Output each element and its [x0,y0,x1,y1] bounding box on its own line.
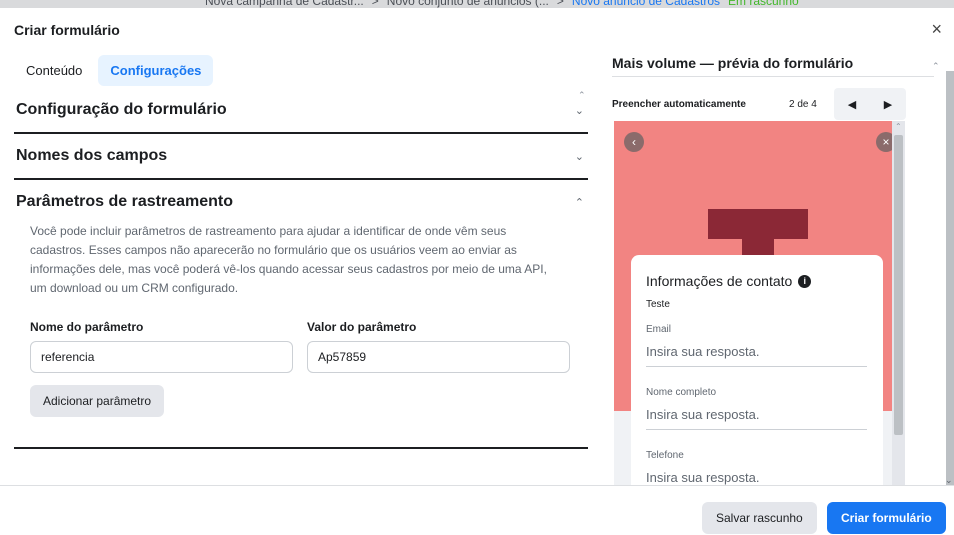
email-label: Email [646,324,672,335]
scroll-up-icon[interactable]: ⌃ [578,90,586,101]
card-title: Informações de contato [646,273,793,289]
prev-page-icon[interactable]: ◀ [848,98,856,111]
modal-footer: Salvar rascunho Criar formulário [0,485,954,535]
phone-label: Telefone [646,450,684,461]
scroll-down-icon[interactable]: ⌄ [945,475,953,486]
scroll-up-icon[interactable]: ⌃ [895,122,902,131]
preview-toolbar: Preencher automaticamente 2 de 4 ◀ ▶ [612,88,906,120]
tab-bar: Conteúdo Configurações [14,55,214,86]
param-name-input[interactable]: referencia [30,341,293,373]
preview-scrollbar[interactable]: ⌃ [892,121,905,493]
param-value-input[interactable]: Ap57859 [307,341,570,373]
section-header[interactable]: Parâmetros de rastreamento ⌃ [14,180,588,224]
form-preview-phone: ‹ × Informações de contato i Teste Email… [614,121,905,493]
divider [612,76,934,77]
breadcrumb-ad: Novo anúncio de Cadastros [571,0,720,8]
create-form-modal: Criar formulário × Conteúdo Configuraçõe… [0,8,954,535]
tracking-description: Você pode incluir parâmetros de rastream… [30,224,547,295]
add-parameter-button[interactable]: Adicionar parâmetro [30,385,165,417]
save-draft-button[interactable]: Salvar rascunho [702,502,817,534]
tracking-fields: Nome do parâmetro referencia Valor do pa… [14,320,588,373]
next-page-icon[interactable]: ▶ [884,98,892,111]
autofill-label: Preencher automaticamente [612,98,746,110]
back-icon[interactable]: ‹ [624,132,644,152]
section-title: Parâmetros de rastreamento [16,193,233,210]
full-name-label: Nome completo [646,387,717,398]
section-header[interactable]: Configuração do formulário ⌄ [14,88,588,132]
tab-conteudo[interactable]: Conteúdo [14,55,94,86]
section-title: Configuração do formulário [16,101,227,118]
section-form-config[interactable]: Configuração do formulário ⌄ [14,88,588,134]
param-value-field: Valor do parâmetro Ap57859 [307,320,570,373]
tab-configuracoes[interactable]: Configurações [98,55,214,86]
preview-title: Mais volume — prévia do formulário [612,55,854,71]
background-breadcrumb-bar: Nova campanha de Cadastr... > Novo conju… [0,0,954,8]
section-title: Nomes dos campos [16,147,168,164]
close-icon[interactable]: × [931,19,942,39]
breadcrumb-campaign: Nova campanha de Cadastr... [205,0,364,8]
scroll-thumb[interactable] [894,135,903,435]
logo-mark [708,209,808,239]
preview-nav: ◀ ▶ [834,88,906,120]
param-value-label: Valor do parâmetro [307,320,417,334]
card-title-row: Informações de contato i [646,273,867,289]
contact-info-card: Informações de contato i Teste Email Ins… [631,255,883,493]
breadcrumb-adset: Novo conjunto de anúncios (... [386,0,549,8]
scroll-thumb[interactable] [946,71,954,501]
param-name-label: Nome do parâmetro [30,320,144,334]
card-subtitle: Teste [646,299,670,310]
email-field[interactable]: Insira sua resposta. [646,335,867,367]
full-name-field[interactable]: Insira sua resposta. [646,398,867,430]
info-icon[interactable]: i [798,274,812,288]
modal-title: Criar formulário [14,22,120,38]
section-header[interactable]: Nomes dos campos ⌄ [14,134,588,178]
settings-pane: Configuração do formulário ⌄ Nomes dos c… [14,88,588,493]
page-indicator: 2 de 4 [789,98,817,110]
scroll-up-icon[interactable]: ⌃ [932,61,940,72]
create-form-button[interactable]: Criar formulário [827,502,946,534]
section-field-names[interactable]: Nomes dos campos ⌄ [14,134,588,180]
param-name-field: Nome do parâmetro referencia [30,320,293,373]
left-scrollbar[interactable]: ⌃ [576,88,588,493]
section-tracking-params: Parâmetros de rastreamento ⌃ Você pode i… [14,180,588,449]
right-scrollbar[interactable]: ⌃ [932,55,954,501]
breadcrumb-status: Em rascunho [728,0,799,8]
